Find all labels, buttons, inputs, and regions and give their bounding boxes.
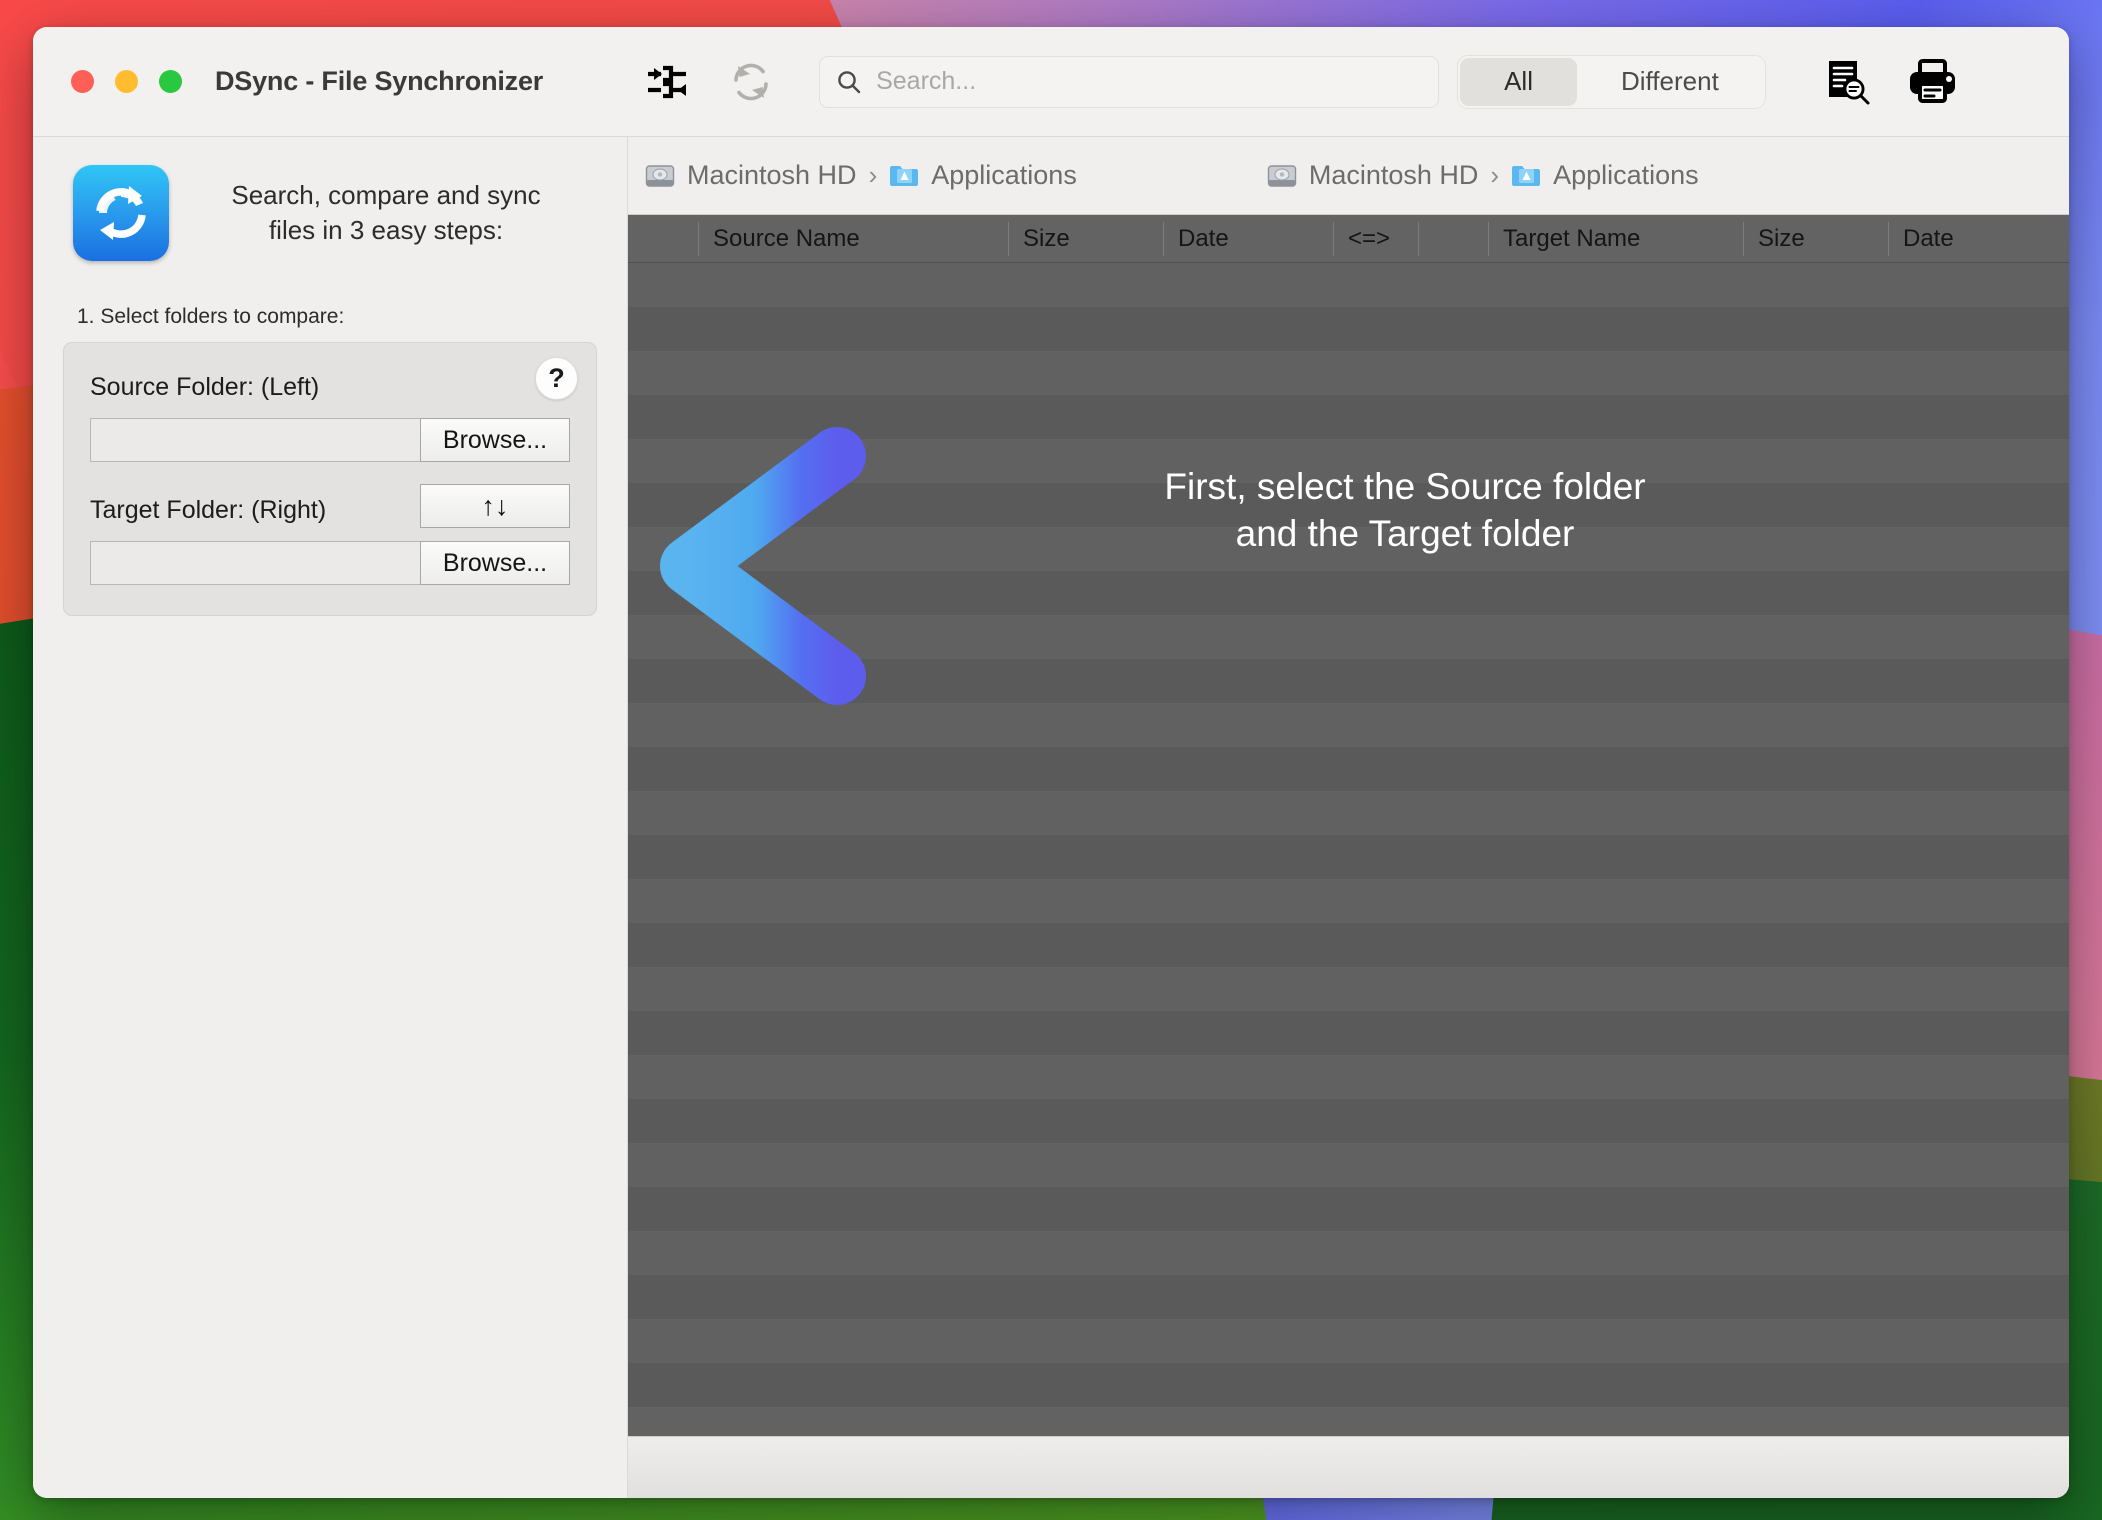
table-row[interactable]	[628, 1055, 2069, 1099]
table-row[interactable]	[628, 879, 2069, 923]
table-row[interactable]	[628, 263, 2069, 307]
minimize-button[interactable]	[115, 70, 138, 93]
filter-tab-all[interactable]: All	[1460, 58, 1577, 106]
target-folder-input[interactable]	[90, 541, 420, 585]
refresh-sync-icon[interactable]	[722, 53, 780, 111]
hard-drive-icon	[1267, 163, 1297, 189]
table-body[interactable]: First, select the Source folder and the …	[628, 263, 2069, 1436]
filter-tab-different[interactable]: Different	[1577, 58, 1763, 106]
breadcrumb-target-drive[interactable]: Macintosh HD	[1309, 160, 1479, 191]
table-header-date[interactable]: Date	[1888, 222, 2069, 256]
window-body: Search, compare and sync files in 3 easy…	[33, 137, 2069, 1498]
applications-folder-icon	[889, 163, 919, 188]
help-button[interactable]: ?	[535, 357, 578, 400]
window-title: DSync - File Synchronizer	[215, 66, 543, 97]
document-preview-icon[interactable]	[1821, 55, 1875, 109]
title-bar: DSync - File Synchronizer	[33, 27, 2069, 137]
breadcrumb-source[interactable]: Macintosh HD › Applications	[645, 160, 1077, 191]
breadcrumb-bar: Macintosh HD › Applications	[628, 137, 2069, 215]
step-one-label: 1. Select folders to compare:	[77, 305, 597, 329]
table-row[interactable]	[628, 395, 2069, 439]
window-controls	[71, 70, 182, 93]
table-header-row: Source NameSizeDate<=>Target NameSizeDat…	[628, 215, 2069, 263]
target-folder-row: Browse...	[90, 541, 570, 585]
source-folder-row: Browse...	[90, 418, 570, 462]
table-header-date[interactable]: Date	[1163, 222, 1333, 256]
close-button[interactable]	[71, 70, 94, 93]
sidebar-panel: Search, compare and sync files in 3 easy…	[33, 137, 628, 1498]
table-header-spacer-0[interactable]	[628, 222, 698, 256]
target-browse-button[interactable]: Browse...	[420, 541, 570, 585]
table-row[interactable]	[628, 439, 2069, 483]
breadcrumb-source-drive[interactable]: Macintosh HD	[687, 160, 857, 191]
table-row[interactable]	[628, 615, 2069, 659]
search-icon	[836, 69, 862, 95]
breadcrumb-target[interactable]: Macintosh HD › Applications	[1267, 160, 1699, 191]
table-row[interactable]	[628, 1187, 2069, 1231]
folder-selection-group: ? Source Folder: (Left) Browse... ↑↓ Tar…	[63, 342, 597, 616]
table-row[interactable]	[628, 483, 2069, 527]
table-row[interactable]	[628, 835, 2069, 879]
breadcrumb-source-separator: ›	[869, 160, 878, 191]
source-browse-button[interactable]: Browse...	[420, 418, 570, 462]
desktop-background: DSync - File Synchronizer	[0, 0, 2102, 1520]
table-row[interactable]	[628, 1231, 2069, 1275]
table-header-source-name[interactable]: Source Name	[698, 222, 1008, 256]
swap-folders-button[interactable]: ↑↓	[420, 484, 570, 528]
table-row[interactable]	[628, 791, 2069, 835]
app-window: DSync - File Synchronizer	[33, 27, 2069, 1498]
table-header-target-name[interactable]: Target Name	[1488, 222, 1743, 256]
source-folder-label: Source Folder: (Left)	[90, 373, 570, 402]
table-row[interactable]	[628, 923, 2069, 967]
table-row[interactable]	[628, 1011, 2069, 1055]
search-field[interactable]	[819, 56, 1439, 108]
table-row[interactable]	[628, 659, 2069, 703]
table-header-spacer-5[interactable]	[1418, 222, 1488, 256]
table-row[interactable]	[628, 571, 2069, 615]
breadcrumb-source-folder[interactable]: Applications	[931, 160, 1077, 191]
sync-app-icon	[73, 165, 169, 261]
source-folder-input[interactable]	[90, 418, 420, 462]
hard-drive-icon	[645, 163, 675, 189]
table-row[interactable]	[628, 527, 2069, 571]
table-header-size[interactable]: Size	[1008, 222, 1163, 256]
search-input[interactable]	[876, 67, 1422, 96]
table-row[interactable]	[628, 307, 2069, 351]
filter-segmented-control[interactable]: All Different	[1457, 55, 1766, 109]
applications-folder-icon	[1511, 163, 1541, 188]
table-row[interactable]	[628, 351, 2069, 395]
printer-icon[interactable]	[1903, 55, 1961, 109]
table-row[interactable]	[628, 747, 2069, 791]
intro-text: Search, compare and sync files in 3 easy…	[169, 178, 597, 248]
comparison-table: Source NameSizeDate<=>Target NameSizeDat…	[628, 215, 2069, 1436]
table-row[interactable]	[628, 1099, 2069, 1143]
breadcrumb-target-separator: ›	[1490, 160, 1499, 191]
table-row[interactable]	[628, 1363, 2069, 1407]
table-header-[interactable]: <=>	[1333, 222, 1418, 256]
main-panel: Macintosh HD › Applications	[628, 137, 2069, 1498]
zoom-button[interactable]	[159, 70, 182, 93]
intro-section: Search, compare and sync files in 3 easy…	[63, 165, 597, 261]
table-header-size[interactable]: Size	[1743, 222, 1888, 256]
table-row[interactable]	[628, 967, 2069, 1011]
table-row[interactable]	[628, 1143, 2069, 1187]
table-row[interactable]	[628, 1319, 2069, 1363]
table-row[interactable]	[628, 703, 2069, 747]
status-bar	[628, 1436, 2069, 1498]
breadcrumb-target-folder[interactable]: Applications	[1553, 160, 1699, 191]
table-row[interactable]	[628, 1275, 2069, 1319]
compare-merge-icon[interactable]	[638, 53, 696, 111]
